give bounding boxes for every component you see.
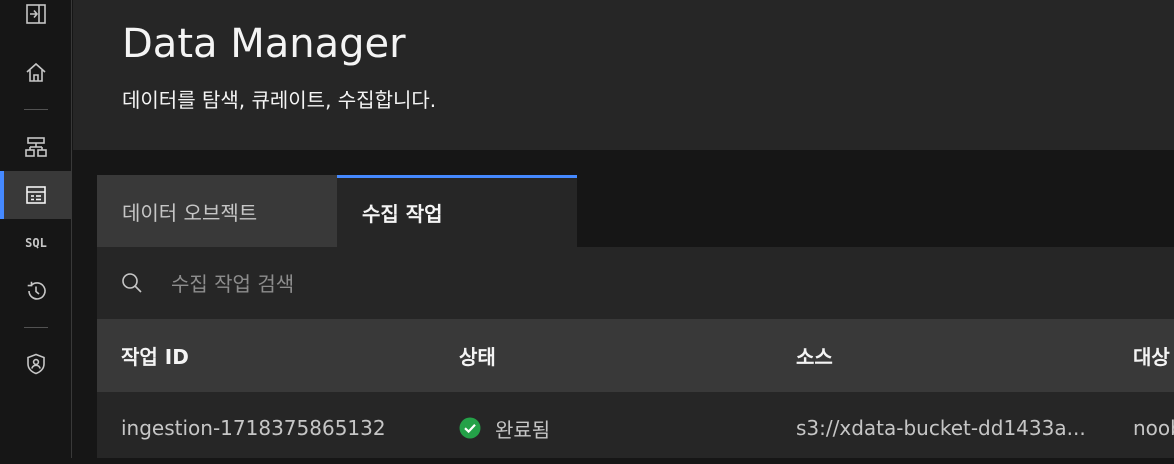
status-cell: 완료됨 (459, 392, 550, 464)
job-id-cell: ingestion-1718375865132 (121, 416, 386, 440)
tab-label: 수집 작업 (362, 202, 443, 226)
user-shield-icon (25, 353, 47, 375)
data-table-icon (25, 184, 47, 206)
status-text: 완료됨 (495, 417, 551, 442)
column-header-status[interactable]: 상태 (459, 319, 496, 391)
panel-expand-icon (25, 3, 47, 25)
home-icon (25, 61, 47, 83)
sidebar-item-access-control[interactable] (0, 340, 72, 388)
table-header: 작업 ID 상태 소스 대상 (97, 319, 1174, 391)
sidebar-divider (24, 109, 48, 110)
source-cell: s3://xdata-bucket-dd1433a... (796, 416, 1086, 440)
search-bar (97, 247, 1174, 319)
column-header-job-id[interactable]: 작업 ID (121, 319, 189, 391)
side-nav: SQL (0, 0, 72, 458)
sidebar-item-sql[interactable]: SQL (0, 219, 72, 267)
tab-ingestion-jobs[interactable]: 수집 작업 (337, 175, 577, 247)
sidebar-item-history[interactable] (0, 267, 72, 315)
checkmark-filled-icon (459, 417, 481, 439)
expand-panel-button[interactable] (0, 0, 72, 38)
tab-label: 데이터 오브젝트 (122, 200, 258, 225)
search-input[interactable] (169, 263, 1073, 305)
sidebar-item-infrastructure[interactable] (0, 123, 72, 171)
page-header: Data Manager 데이터를 탐색, 큐레이트, 수집합니다. (73, 0, 1174, 150)
tab-data-objects[interactable]: 데이터 오브젝트 (97, 175, 337, 247)
search-icon (121, 272, 143, 294)
column-header-source[interactable]: 소스 (796, 319, 833, 391)
target-cell: noob (1133, 416, 1174, 440)
ingestion-jobs-panel: 작업 ID 상태 소스 대상 ingestion-1718375865132 완… (97, 247, 1174, 458)
sql-label: SQL (25, 236, 47, 250)
history-icon (25, 280, 47, 302)
sidebar-divider (24, 327, 48, 328)
sidebar-item-data-manager[interactable] (0, 171, 72, 219)
table-row[interactable]: ingestion-1718375865132 완료됨 s3://xdata-b… (97, 391, 1174, 458)
column-header-target[interactable]: 대상 (1133, 319, 1170, 391)
page-title: Data Manager (122, 21, 406, 67)
sidebar-item-home[interactable] (0, 48, 72, 96)
hierarchy-icon (25, 136, 47, 158)
page-subtitle: 데이터를 탐색, 큐레이트, 수집합니다. (122, 88, 437, 112)
